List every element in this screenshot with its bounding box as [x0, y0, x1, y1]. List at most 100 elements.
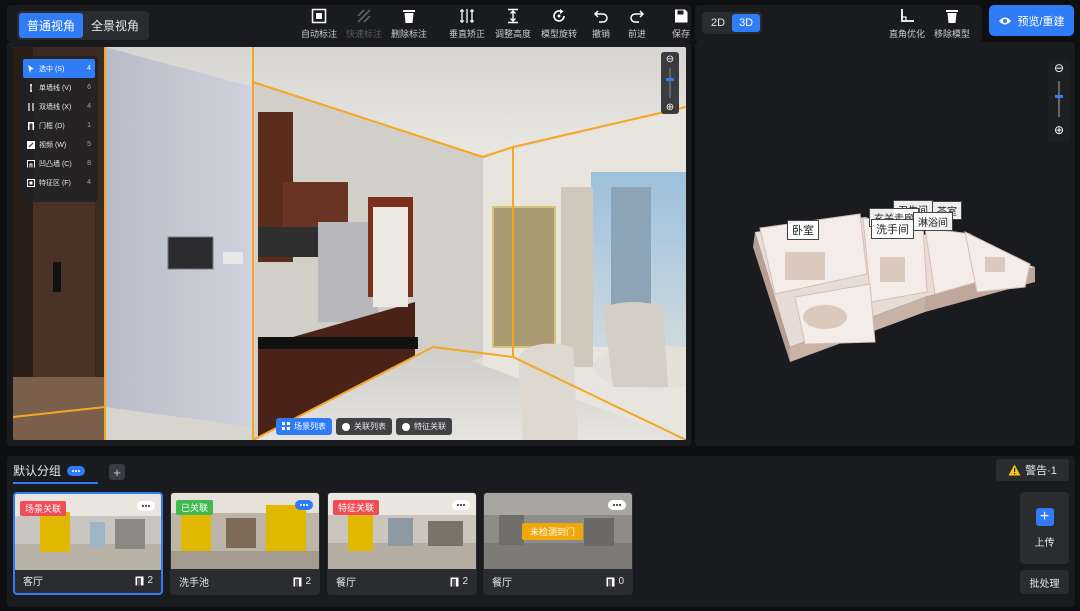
room-label-shower[interactable]: 淋浴间 [913, 212, 953, 231]
model-rotate-button[interactable]: 模型旋转 [539, 8, 579, 40]
delete-mark-button[interactable]: 删除标注 [389, 8, 429, 40]
list-icon [282, 421, 290, 432]
mode-select[interactable]: 选中 (S) 4 [23, 59, 95, 78]
height-icon [505, 8, 521, 24]
add-group-button[interactable]: + [109, 464, 125, 480]
tab-3d[interactable]: 3D [732, 14, 761, 32]
more-icon[interactable] [608, 500, 626, 510]
card-footer: 餐厅 2 [336, 576, 468, 589]
status-tag: 已关联 [176, 500, 214, 515]
tab-2d[interactable]: 2D [704, 14, 732, 32]
mode-single-wall[interactable]: 单墙线 (V) 6 [23, 78, 95, 97]
more-icon[interactable] [137, 501, 155, 511]
warning-button[interactable]: 警告·1 [996, 459, 1069, 481]
mode-bump-wall[interactable]: 凹凸墙 (C) 8 [23, 154, 95, 173]
zoom-slider-thumb[interactable] [666, 78, 674, 81]
mode-video[interactable]: 视频 (W) 5 [23, 135, 95, 154]
undo-icon [593, 8, 609, 24]
adjust-tools: 垂直矫正 调整高度 模型旋转 [447, 8, 579, 40]
zoom-out-button[interactable]: ⊖ [661, 52, 679, 66]
card-footer: 洗手池 2 [179, 576, 311, 589]
quick-mark-button[interactable]: 快速标注 [344, 8, 384, 40]
save-button[interactable]: 保存 [665, 8, 697, 40]
mark-tools: 自动标注 快速标注 删除标注 [299, 8, 429, 40]
model-zoom-slider-thumb[interactable] [1055, 95, 1063, 98]
minus-icon: ⊖ [665, 53, 675, 65]
history-tools: 撤销 前进 保存 [585, 8, 697, 40]
scene-card[interactable]: 场景关联 客厅 2 [13, 492, 163, 595]
quick-mark-icon [356, 8, 372, 24]
group-tab-indicator [13, 482, 98, 484]
main-toolbar: 普通视角 全景视角 自动标注 快速标注 删除标注 垂直矫正 调整高度 模型旋转 … [7, 5, 691, 42]
batch-process-button[interactable]: 批处理 [1020, 570, 1069, 594]
right-angle-icon [899, 8, 915, 24]
door-icon [293, 577, 302, 587]
redo-button[interactable]: 前进 [621, 8, 653, 40]
remove-model-button[interactable]: 移除模型 [930, 8, 974, 40]
model-zoom-in-button[interactable]: ⊕ [1048, 121, 1070, 139]
tab-scene-list[interactable]: 场景列表 [276, 418, 332, 435]
trash-icon [401, 8, 417, 24]
model-tools: 直角优化 移除模型 [887, 8, 974, 40]
minus-icon: ⊖ [1053, 61, 1065, 75]
redo-icon [629, 8, 645, 24]
relation-icon [342, 422, 350, 431]
vertical-correct-icon [459, 8, 475, 24]
right-angle-optimize-button[interactable]: 直角优化 [887, 8, 927, 40]
scene-card[interactable]: 未检测到门 餐厅 0 [483, 492, 633, 595]
door-icon [450, 577, 459, 587]
group-tab-default[interactable]: 默认分组 [13, 462, 86, 479]
plus-icon: ⊕ [1053, 123, 1065, 137]
tab-normal-view[interactable]: 普通视角 [19, 13, 84, 38]
preview-rebuild-button[interactable]: 预览/重建 [989, 5, 1074, 36]
more-icon[interactable] [295, 500, 313, 510]
double-wall-icon [27, 102, 35, 111]
card-footer: 餐厅 0 [492, 576, 624, 589]
warning-icon [1008, 464, 1021, 476]
tab-relation-list[interactable]: 关联列表 [336, 418, 392, 435]
undo-button[interactable]: 撤销 [585, 8, 617, 40]
3d-model-viewport[interactable] [695, 42, 1075, 446]
door-icon [135, 576, 144, 586]
room-label-washroom[interactable]: 洗手间 [871, 219, 914, 239]
adjust-height-button[interactable]: 调整高度 [493, 8, 533, 40]
status-tag: 未检测到门 [522, 523, 584, 540]
plus-icon: ⊕ [665, 101, 675, 113]
save-icon [673, 8, 689, 24]
tab-feature-relation[interactable]: 特征关联 [396, 418, 452, 435]
plus-icon: + [113, 464, 121, 480]
plus-icon: + [1035, 507, 1054, 526]
panorama-image [13, 47, 686, 440]
more-icon[interactable] [452, 500, 470, 510]
door-icon [606, 577, 615, 587]
auto-mark-button[interactable]: 自动标注 [299, 8, 339, 40]
status-tag: 场景关联 [20, 501, 67, 516]
tab-panorama-view[interactable]: 全景视角 [83, 13, 147, 38]
video-icon [27, 140, 35, 149]
auto-mark-icon [311, 8, 327, 24]
mode-double-wall[interactable]: 双墙线 (X) 4 [23, 97, 95, 116]
app-root: 普通视角 全景视角 自动标注 快速标注 删除标注 垂直矫正 调整高度 模型旋转 … [0, 0, 1080, 611]
mark-mode-menu: 选中 (S) 4 单墙线 (V) 6 双墙线 (X) 4 门框 (D) 1 视频… [20, 56, 98, 202]
panorama-viewport[interactable] [13, 47, 686, 440]
model-zoom-slider[interactable] [1055, 81, 1063, 117]
view-tabs: 普通视角 全景视角 [17, 11, 150, 40]
rotate-icon [551, 8, 567, 24]
model-zoom-control: ⊖ ⊕ [1048, 59, 1070, 142]
zoom-in-button[interactable]: ⊕ [661, 100, 679, 114]
feature-area-icon [27, 178, 35, 187]
mode-door-frame[interactable]: 门框 (D) 1 [23, 116, 95, 135]
vertical-correct-button[interactable]: 垂直矫正 [447, 8, 487, 40]
scene-card[interactable]: 特征关联 餐厅 2 [327, 492, 477, 595]
zoom-slider[interactable] [666, 68, 674, 98]
model-zoom-out-button[interactable]: ⊖ [1048, 59, 1070, 77]
scene-card[interactable]: 已关联 洗手池 2 [170, 492, 320, 595]
upload-button[interactable]: + 上传 [1020, 492, 1069, 564]
more-icon[interactable] [67, 465, 86, 476]
single-wall-icon [27, 83, 35, 92]
eye-icon [998, 16, 1012, 26]
trash-icon [944, 8, 960, 24]
feature-icon [402, 422, 410, 431]
mode-feature-area[interactable]: 特征区 (F) 4 [23, 173, 95, 192]
room-label-bedroom[interactable]: 卧室 [787, 220, 819, 240]
